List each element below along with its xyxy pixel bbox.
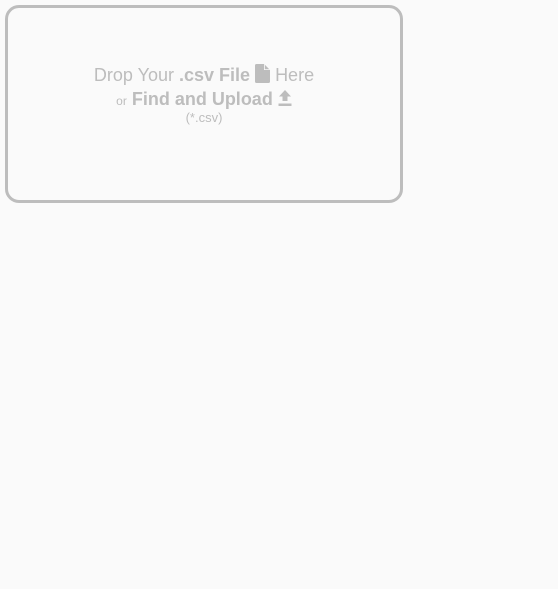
drop-prefix-text: Drop Your [93,65,174,85]
drop-suffix-text: Here [275,65,315,85]
find-and-upload-link[interactable]: Find and Upload [132,89,292,109]
upload-label: Find and Upload [131,89,273,109]
drop-instruction: Drop Your .csv File Here [8,64,400,86]
csv-dropzone[interactable]: Drop Your .csv File Here or Find and Upl… [5,5,403,203]
upload-icon [278,89,292,107]
accepted-formats: (*.csv) [185,110,223,125]
file-icon [255,64,271,83]
upload-instruction: or Find and Upload [8,88,400,112]
or-text: or [116,94,127,108]
file-type-text: .csv File [178,65,251,85]
